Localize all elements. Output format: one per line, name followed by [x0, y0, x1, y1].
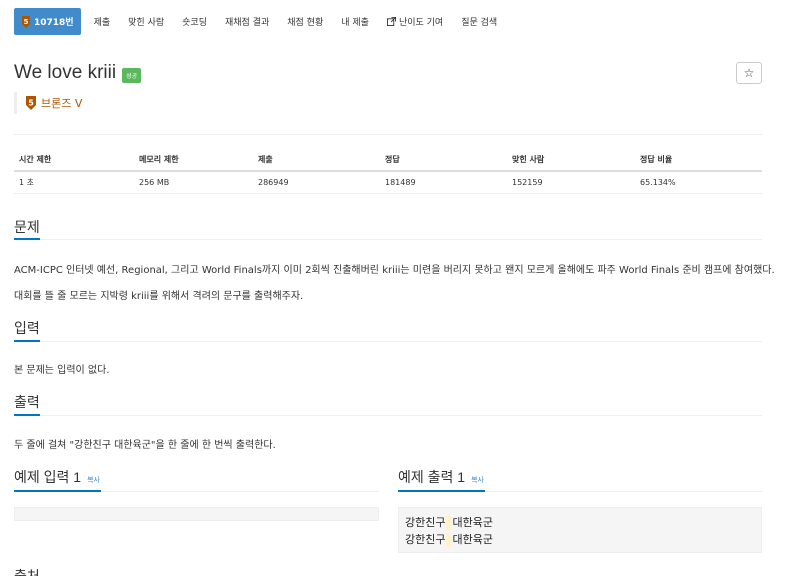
sample-output-text: 대한육군	[452, 516, 493, 529]
sample-output-text: 강한친구	[405, 533, 446, 546]
whitespace-highlight	[446, 533, 452, 547]
page-title: We love kriii	[14, 62, 117, 83]
tier-number: 5	[28, 99, 34, 108]
copy-sample-output-button[interactable]: 복사	[471, 475, 484, 485]
section-title-output: 출력	[14, 394, 40, 410]
tab-solved-users[interactable]: 맞힌 사람	[119, 8, 173, 35]
bronze-tier-icon: 5	[26, 96, 36, 110]
section-underline	[14, 238, 40, 240]
problem-title-row: We love kriii 성공	[14, 62, 142, 84]
whitespace-highlight	[446, 516, 452, 530]
tab-judge-status-label: 채점 현황	[287, 18, 324, 28]
tab-submit[interactable]: 제출	[85, 8, 120, 35]
problem-menu-tabs: 5 10718번 제출 맞힌 사람 숏코딩 재채점 결과 채점 현황 내 제출 …	[14, 8, 506, 35]
tier-label[interactable]: 브론즈 V	[41, 95, 82, 111]
external-link-icon	[386, 17, 396, 26]
tab-judge-status[interactable]: 채점 현황	[278, 8, 332, 35]
tab-my-submissions[interactable]: 내 제출	[332, 8, 378, 35]
section-title-input: 입력	[14, 320, 40, 336]
sample-output-header: 예제 출력 1 복사	[398, 467, 484, 487]
input-description: 본 문제는 입력이 없다.	[14, 365, 110, 376]
favorite-star-button[interactable]: ☆	[736, 62, 762, 84]
sample-output-line-2: 강한친구 대한육군	[405, 531, 755, 548]
sample-input-header: 예제 입력 1 복사	[14, 467, 100, 487]
sample-input-title: 예제 입력 1	[14, 469, 82, 485]
tab-rejudge-results[interactable]: 재채점 결과	[216, 8, 278, 35]
header-memory-limit: 메모리 제한	[134, 149, 253, 172]
tab-question-search-label: 질문 검색	[461, 18, 498, 28]
tab-solved-users-label: 맞힌 사람	[128, 18, 165, 28]
tab-problem[interactable]: 5 10718번	[14, 8, 81, 35]
tab-rejudge-results-label: 재채점 결과	[224, 18, 270, 28]
tab-tier-number: 5	[24, 18, 29, 26]
section-title-problem: 문제	[14, 219, 40, 235]
table-row: 1 초 256 MB 286949 181489 152159 65.134%	[14, 171, 762, 194]
section-divider	[14, 239, 762, 240]
tab-short-coding[interactable]: 숏코딩	[173, 8, 216, 35]
sample-input-box	[14, 507, 379, 521]
memory-limit-value: 256 MB	[134, 171, 253, 194]
header-time-limit: 시간 제한	[14, 149, 134, 172]
section-underline	[398, 490, 485, 492]
sample-output-title: 예제 출력 1	[398, 469, 466, 485]
sample-output-text: 대한육군	[452, 533, 493, 546]
header-solved-users: 맞힌 사람	[507, 149, 635, 172]
header-accept-rate: 정답 비율	[635, 149, 762, 172]
sample-output-box: 강한친구 대한육군 강한친구 대한육군	[398, 507, 762, 553]
accept-rate-value: 65.134%	[635, 171, 762, 194]
header-submissions: 제출	[253, 149, 380, 172]
problem-description-line-1: ACM-ICPC 인터넷 예선, Regional, 그리고 World Fin…	[14, 265, 775, 276]
accepted-value: 181489	[380, 171, 507, 194]
tab-difficulty-contribution[interactable]: 난이도 기여	[378, 8, 452, 35]
tab-problem-label: 10718번	[34, 18, 74, 28]
section-underline	[14, 490, 101, 492]
table-header-row: 시간 제한 메모리 제한 제출 정답 맞힌 사람 정답 비율	[14, 149, 762, 172]
solved-users-value: 152159	[507, 171, 635, 194]
problem-description-line-2: 대회를 뜰 줄 모르는 지박령 kriii를 위해서 격려의 문구를 출력해주자…	[14, 291, 304, 302]
time-limit-value: 1 초	[14, 171, 134, 194]
problem-info-table: 시간 제한 메모리 제한 제출 정답 맞힌 사람 정답 비율 1 초 256 M…	[14, 149, 762, 194]
section-underline	[14, 340, 40, 342]
header-accepted: 정답	[380, 149, 507, 172]
section-underline	[14, 414, 40, 416]
submissions-value: 286949	[253, 171, 380, 194]
tier-row: 5 브론즈 V	[14, 92, 82, 114]
section-title-source: 출처	[14, 568, 40, 576]
output-description: 두 줄에 걸쳐 "강한친구 대한육군"을 한 줄에 한 번씩 출력한다.	[14, 440, 276, 451]
tab-submit-label: 제출	[93, 18, 111, 28]
copy-sample-input-button[interactable]: 복사	[87, 475, 100, 485]
sample-output-text: 강한친구	[405, 516, 446, 529]
star-icon: ☆	[743, 66, 755, 80]
bronze-tier-icon: 5	[22, 15, 30, 28]
divider	[14, 134, 762, 135]
section-divider	[14, 341, 762, 342]
tab-my-submissions-label: 내 제출	[341, 18, 369, 28]
tab-question-search[interactable]: 질문 검색	[452, 8, 506, 35]
tab-short-coding-label: 숏코딩	[182, 18, 207, 28]
status-badge: 성공	[122, 67, 142, 83]
tab-difficulty-contribution-label: 난이도 기여	[398, 18, 444, 28]
section-divider	[14, 415, 762, 416]
sample-output-line-1: 강한친구 대한육군	[405, 514, 755, 531]
